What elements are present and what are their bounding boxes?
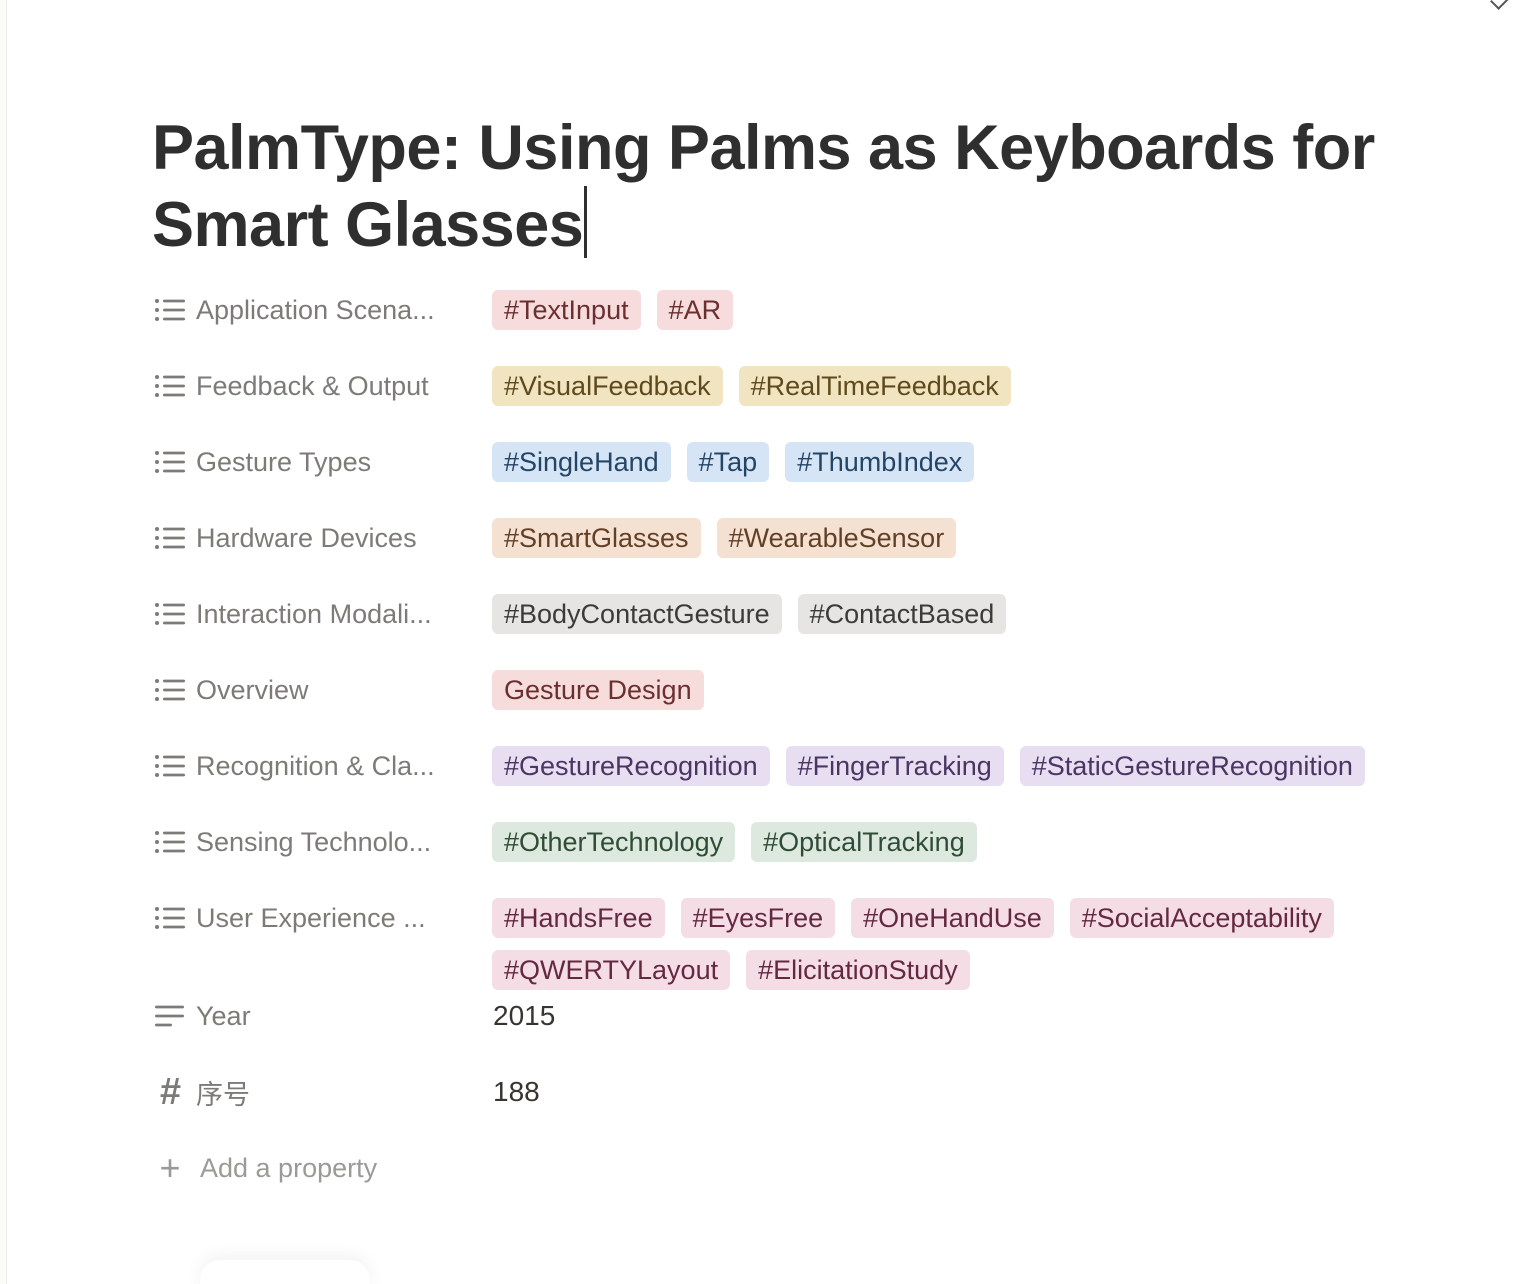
list-icon	[152, 447, 188, 477]
tag-chip[interactable]: #GestureRecognition	[492, 746, 770, 786]
hash-icon: #	[152, 1071, 188, 1113]
property-label[interactable]: Interaction Modali...	[152, 588, 492, 640]
floating-toolbar	[200, 1260, 370, 1284]
property-row: Year 2015	[152, 990, 1452, 1066]
tag-chip[interactable]: #RealTimeFeedback	[738, 366, 1011, 406]
property-label-text: Feedback & Output	[196, 370, 429, 401]
page-title-text: PalmType: Using Palms as Keyboards for S…	[152, 113, 1375, 260]
tag-chip[interactable]: #ThumbIndex	[785, 442, 975, 482]
property-value[interactable]: #SmartGlasses #WearableSensor	[492, 512, 1452, 558]
tag-chip[interactable]: #VisualFeedback	[492, 366, 723, 406]
property-value[interactable]: 2015	[492, 990, 1452, 1036]
tag-chip[interactable]: #HandsFree	[492, 898, 665, 938]
property-value[interactable]: Gesture Design	[492, 664, 1452, 710]
property-row: User Experience ... #HandsFree #EyesFree #O…	[152, 892, 1452, 990]
property-label[interactable]: Recognition & Cla...	[152, 740, 492, 792]
property-label[interactable]: Gesture Types	[152, 436, 492, 488]
tag-chip[interactable]: #Tap	[686, 442, 770, 482]
list-icon	[152, 523, 188, 553]
property-value[interactable]: #VisualFeedback #RealTimeFeedback	[492, 360, 1452, 406]
tag-chip[interactable]: #SocialAcceptability	[1069, 898, 1334, 938]
list-icon	[152, 599, 188, 629]
tag-chip[interactable]: #WearableSensor	[716, 518, 957, 558]
hash-glyph: #	[159, 1071, 181, 1113]
tag-chip[interactable]: #TextInput	[492, 290, 641, 330]
list-icon	[152, 675, 188, 705]
property-label[interactable]: Application Scena...	[152, 284, 492, 336]
tag-chip[interactable]: #SingleHand	[492, 442, 671, 482]
tag-chip[interactable]: #SmartGlasses	[492, 518, 701, 558]
property-label-text: Interaction Modali...	[196, 598, 432, 629]
property-label-text: Sensing Technolo...	[196, 826, 432, 857]
add-property-label: Add a property	[200, 1152, 378, 1183]
property-label[interactable]: Feedback & Output	[152, 360, 492, 412]
list-icon	[152, 295, 188, 325]
property-value[interactable]: #TextInput #AR	[492, 284, 1452, 330]
property-label-text: 序号	[196, 1079, 250, 1110]
property-row: Recognition & Cla... #GestureRecognition #…	[152, 740, 1452, 816]
property-row: Gesture Types #SingleHand #Tap #ThumbIndex	[152, 436, 1452, 512]
tag-chip[interactable]: #EyesFree	[680, 898, 836, 938]
list-icon	[152, 751, 188, 781]
page-title[interactable]: PalmType: Using Palms as Keyboards for S…	[152, 110, 1432, 263]
property-label-text: Recognition & Cla...	[196, 750, 435, 781]
tag-chip[interactable]: #QWERTYLayout	[492, 950, 731, 990]
tag-chip[interactable]: #StaticGestureRecognition	[1019, 746, 1365, 786]
property-row: Interaction Modali... #BodyContactGesture…	[152, 588, 1452, 664]
property-value-text: 2015	[493, 1000, 556, 1031]
property-label-text: Hardware Devices	[196, 522, 417, 553]
list-icon	[152, 371, 188, 401]
property-label-text: Overview	[196, 674, 309, 705]
property-value[interactable]: #HandsFree #EyesFree #OneHandUse #SocialAcc…	[492, 892, 1452, 990]
property-value-text: 188	[493, 1076, 540, 1107]
plus-icon: +	[159, 1147, 181, 1188]
property-label[interactable]: User Experience ...	[152, 892, 492, 944]
property-value[interactable]: #BodyContactGesture #ContactBased	[492, 588, 1452, 634]
property-list: Application Scena... #TextInput #AR Feedbac…	[152, 284, 1452, 1194]
tag-chip[interactable]: #ElicitationStudy	[746, 950, 970, 990]
list-icon	[152, 827, 188, 857]
property-label[interactable]: Year	[152, 990, 492, 1042]
property-row: # 序号 188	[152, 1066, 1452, 1142]
property-row: Sensing Technolo... #OtherTechnology #Opti…	[152, 816, 1452, 892]
property-value[interactable]: #SingleHand #Tap #ThumbIndex	[492, 436, 1452, 482]
tag-chip[interactable]: #FingerTracking	[785, 746, 1004, 786]
tag-chip[interactable]: #AR	[656, 290, 734, 330]
text-caret	[584, 186, 588, 258]
tag-chip[interactable]: #BodyContactGesture	[492, 594, 782, 634]
property-value[interactable]: #OtherTechnology #OpticalTracking	[492, 816, 1452, 862]
tag-chip[interactable]: #OpticalTracking	[751, 822, 977, 862]
property-label[interactable]: Hardware Devices	[152, 512, 492, 564]
property-label-text: Year	[196, 1000, 251, 1031]
tag-chip[interactable]: #OtherTechnology	[492, 822, 736, 862]
property-value[interactable]: #GestureRecognition #FingerTracking #Stati…	[492, 740, 1452, 786]
text-lines-icon	[152, 1001, 188, 1031]
property-row: Application Scena... #TextInput #AR	[152, 284, 1452, 360]
tag-chip[interactable]: #ContactBased	[797, 594, 1007, 634]
property-label[interactable]: Overview	[152, 664, 492, 716]
property-label-text: Gesture Types	[196, 446, 372, 477]
property-row: Hardware Devices #SmartGlasses #WearableSe…	[152, 512, 1452, 588]
property-label-text: User Experience ...	[196, 902, 426, 933]
add-property-button[interactable]: + Add a property	[152, 1142, 1452, 1194]
property-row: Feedback & Output #VisualFeedback #RealTim…	[152, 360, 1452, 436]
property-label[interactable]: # 序号	[152, 1066, 492, 1118]
sidebar-edge	[0, 0, 7, 1284]
property-label-text: Application Scena...	[196, 294, 435, 325]
expand-icon[interactable]	[1490, 0, 1510, 10]
tag-chip[interactable]: Gesture Design	[492, 670, 704, 710]
property-row: Overview Gesture Design	[152, 664, 1452, 740]
tag-chip[interactable]: #OneHandUse	[851, 898, 1054, 938]
list-icon	[152, 903, 188, 933]
notion-page: PalmType: Using Palms as Keyboards for S…	[0, 0, 1520, 1284]
property-label[interactable]: Sensing Technolo...	[152, 816, 492, 868]
property-value[interactable]: 188	[492, 1066, 1452, 1112]
